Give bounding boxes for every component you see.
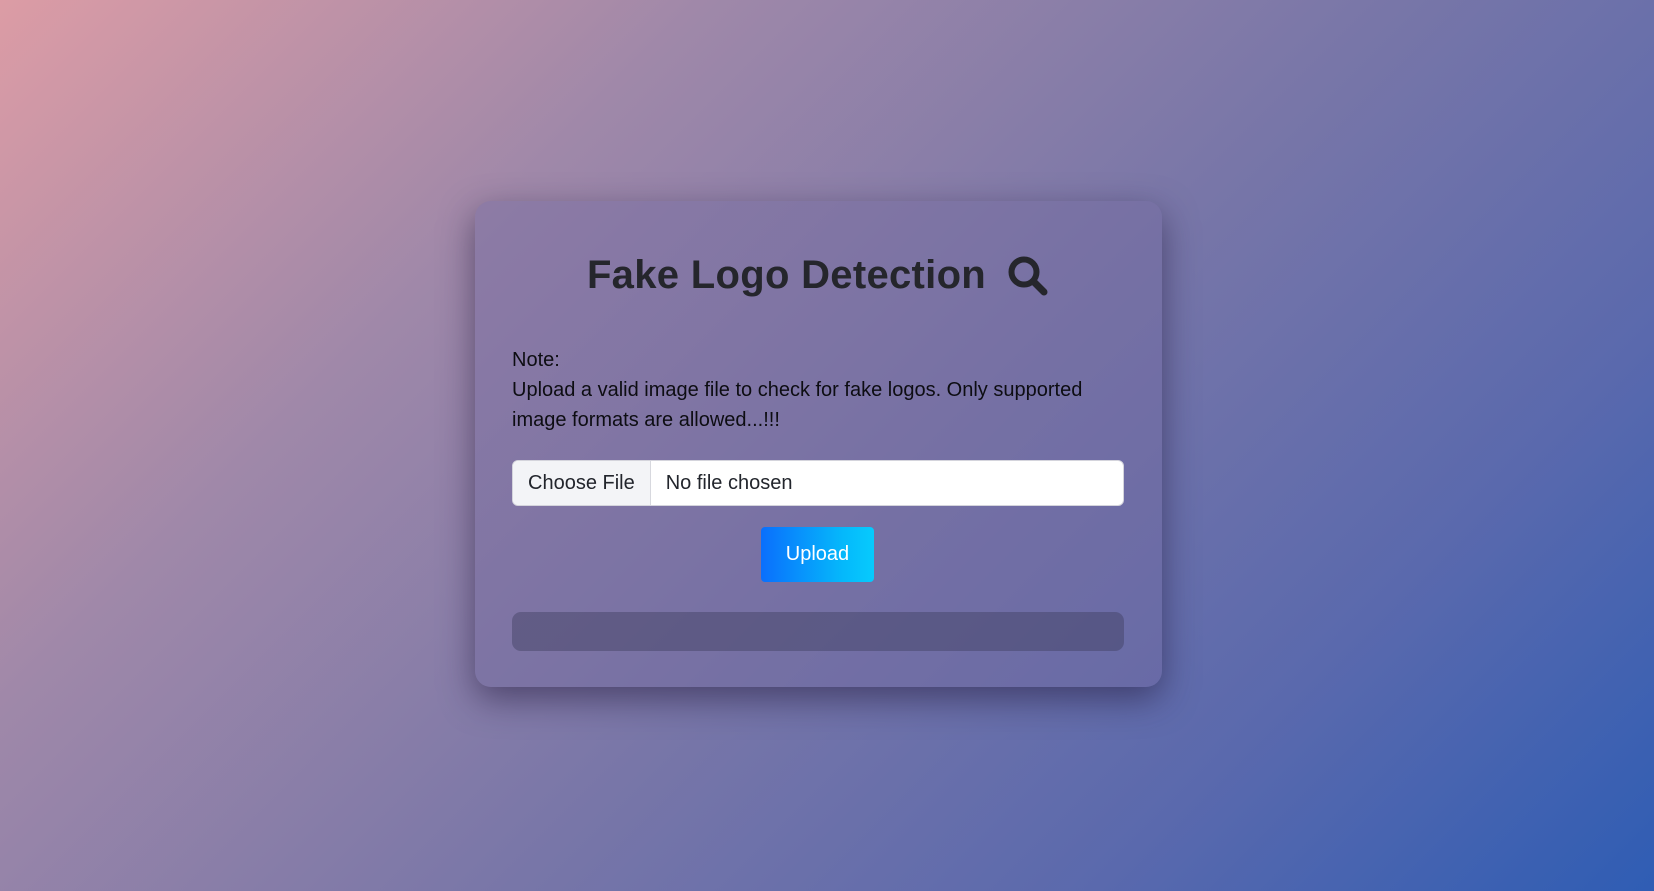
header: Fake Logo Detection [475, 253, 1162, 298]
file-status-text: No file chosen [665, 471, 793, 494]
file-input[interactable]: Choose File No file chosen [512, 460, 1124, 506]
result-box [512, 612, 1124, 651]
note-section: Note: Upload a valid image file to check… [512, 345, 1124, 435]
search-icon [1006, 254, 1050, 298]
note-text: Upload a valid image file to check for f… [512, 379, 1083, 431]
upload-card: Fake Logo Detection Note: Upload a valid… [475, 201, 1162, 687]
choose-file-button[interactable]: Choose File [513, 461, 651, 505]
upload-button[interactable]: Upload [761, 527, 874, 582]
page-title: Fake Logo Detection [586, 253, 987, 297]
note-label: Note: [512, 349, 560, 371]
